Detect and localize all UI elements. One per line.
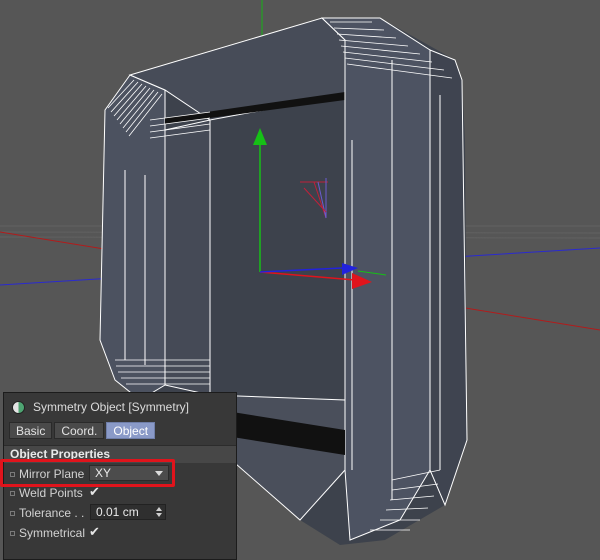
attribute-tabs: Basic Coord. Object xyxy=(9,422,156,439)
chevron-down-icon xyxy=(155,471,163,476)
tolerance-row: Tolerance . . 0.01 cm xyxy=(4,504,236,522)
mirror-plane-value: XY xyxy=(95,466,112,480)
section-object-properties: Object Properties xyxy=(4,445,236,463)
mirror-plane-dropdown[interactable]: XY xyxy=(89,465,169,481)
weld-points-label: Weld Points xyxy=(19,486,83,500)
attribute-panel: Symmetry Object [Symmetry] Basic Coord. … xyxy=(3,392,237,560)
tab-object[interactable]: Object xyxy=(106,422,156,439)
symmetrical-label: Symmetrical xyxy=(19,526,86,540)
panel-title: Symmetry Object [Symmetry] xyxy=(33,400,190,414)
tolerance-input[interactable]: 0.01 cm xyxy=(90,504,166,520)
keyframe-toggle-icon[interactable] xyxy=(10,471,15,477)
stepper-icon[interactable] xyxy=(156,507,162,517)
panel-header: Symmetry Object [Symmetry] xyxy=(4,393,236,421)
keyframe-toggle-icon[interactable] xyxy=(10,530,15,536)
tolerance-value: 0.01 cm xyxy=(96,505,139,519)
symmetrical-checkbox[interactable]: ✔ xyxy=(89,524,100,540)
symmetry-object-icon xyxy=(12,400,25,414)
3d-viewport[interactable]: Symmetry Object [Symmetry] Basic Coord. … xyxy=(0,0,600,560)
mirror-plane-row: Mirror Plane XY xyxy=(4,465,236,483)
mirror-plane-label: Mirror Plane xyxy=(19,467,85,481)
weld-points-row: Weld Points ✔ xyxy=(4,484,236,502)
weld-points-checkbox[interactable]: ✔ xyxy=(89,484,100,500)
tab-coord[interactable]: Coord. xyxy=(54,422,105,439)
tolerance-label: Tolerance . . xyxy=(19,506,85,520)
keyframe-toggle-icon[interactable] xyxy=(10,490,15,496)
symmetrical-row: Symmetrical ✔ xyxy=(4,524,236,542)
tab-basic[interactable]: Basic xyxy=(9,422,53,439)
keyframe-toggle-icon[interactable] xyxy=(10,510,15,516)
